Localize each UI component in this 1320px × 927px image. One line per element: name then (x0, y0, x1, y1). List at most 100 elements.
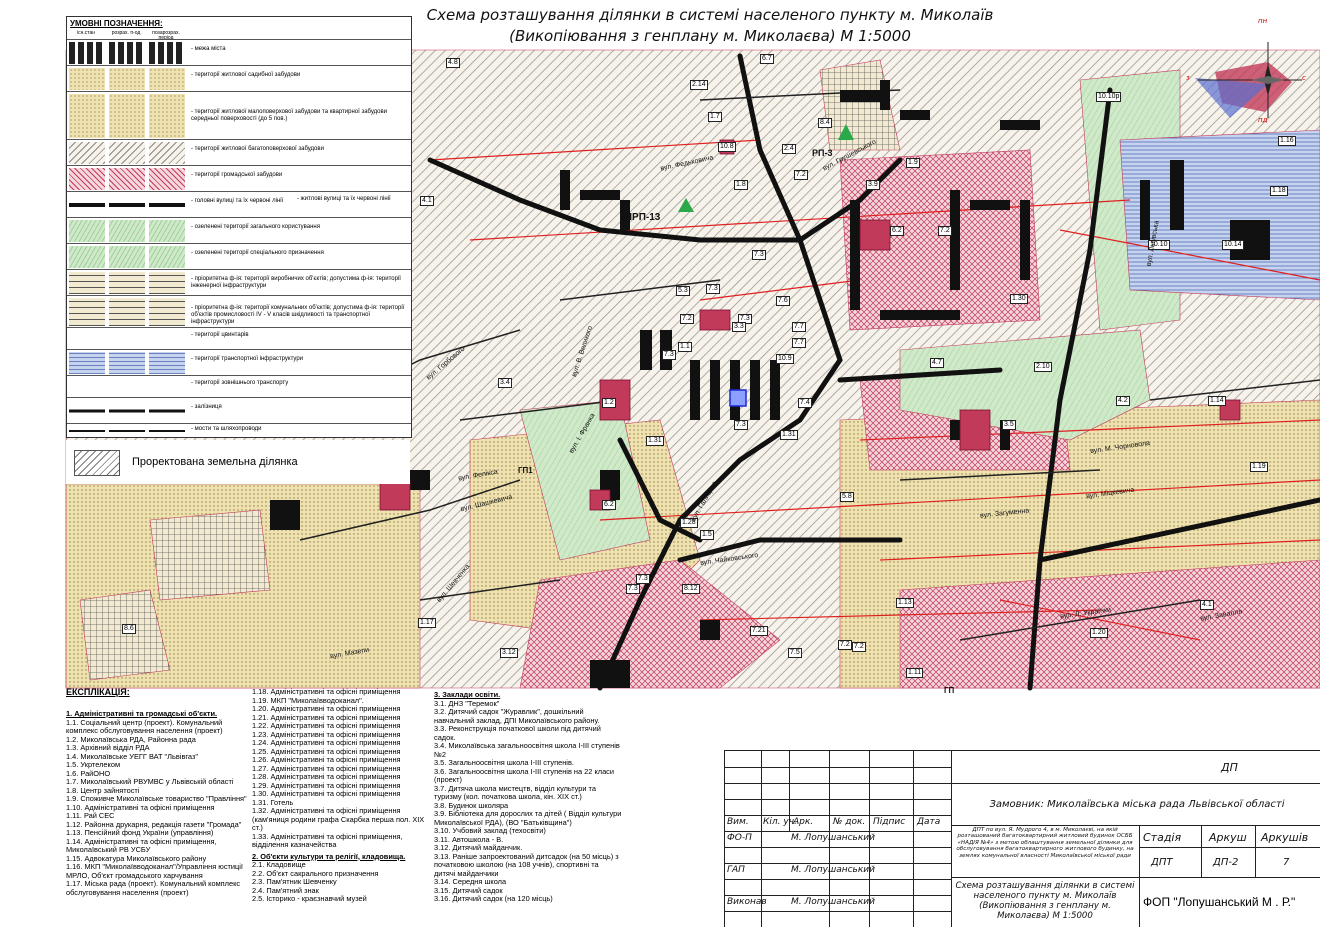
projected-plot-label: Проректована земельна ділянка (132, 456, 298, 468)
legend-swatch (149, 168, 185, 190)
legend-swatch (69, 142, 105, 164)
public-building-3 (699, 309, 731, 331)
map-object-label: 2.14 (690, 80, 708, 90)
map-object-label: 7.2 (794, 170, 808, 180)
legend-item-label: - межа міста (191, 46, 226, 52)
map-title-line2: (Викопіювання з генплану м. Миколаєва) М… (509, 27, 911, 45)
legend-row: - озеленені території загального користу… (67, 217, 411, 244)
legend-swatch (69, 246, 105, 268)
building-18 (880, 310, 960, 320)
map-object-label: 10.8 (718, 142, 736, 152)
building-7 (1170, 160, 1184, 230)
legend-swatch (69, 378, 105, 396)
building-16 (950, 190, 960, 290)
map-object-label: 7.2 (680, 314, 694, 324)
map-object-label: 2.10 (1034, 362, 1052, 372)
legend-item-label: - озеленені території спеціального призн… (191, 250, 324, 256)
map-object-label: 3.3 (732, 322, 746, 332)
legend-col-calc: розрах. п-од (111, 30, 141, 36)
map-object-label: 1.13 (896, 598, 914, 608)
map-object-label: 6.2 (602, 500, 616, 510)
zone-label: ГП (944, 686, 955, 695)
explication-item: 3.9. Бібліотека для дорослих та дітей ( … (434, 809, 622, 827)
stamp-company: ФОП "Лопушанський М . Р." (1143, 895, 1296, 909)
legend-swatch (109, 272, 145, 294)
legend-swatch (149, 246, 185, 268)
explication-heading: ЕКСПЛІКАЦІЯ: (66, 687, 130, 697)
legend-item-label: - території транспортної інфраструктури (191, 356, 304, 362)
legend-swatch (109, 330, 145, 348)
building-13 (750, 360, 760, 420)
legend-row: - мости та шляхопроводи (67, 423, 411, 438)
legend-swatch (109, 378, 145, 396)
explication-item: 1.16. МКП "Миколаївводоканал"/Управління… (66, 862, 243, 880)
explication-item: 2.5. Історико - краєзнавчий музей (252, 894, 367, 903)
building-28 (700, 620, 720, 640)
legend-swatch (149, 272, 185, 294)
map-object-label: 10.9 (776, 354, 794, 364)
legend-swatch (69, 168, 105, 190)
stamp-name-3: М. Лопушанський (791, 897, 875, 907)
legend-swatch (69, 352, 105, 374)
legend-item-label: - території громадської забудови (191, 172, 283, 178)
map-object-label: 1.17 (418, 618, 436, 628)
projected-plot-swatch (74, 450, 120, 476)
legend-swatch (109, 68, 145, 90)
map-object-label: 4.1 (1200, 600, 1214, 610)
stamp-role-1: ФО-П (727, 833, 752, 843)
explication-item: 1.14. Адміністративні та офісні приміщен… (66, 836, 217, 854)
stamp-header-doc: № док. (833, 817, 866, 827)
stamp-project-description: ДПТ по вул. Я. Мудрого 4, в м. Миколаєві… (956, 827, 1134, 859)
stamp-drawing-title: Схема розташування ділянки в системі нас… (955, 881, 1135, 921)
map-object-label: 7.2 (852, 642, 866, 652)
building-3 (840, 90, 880, 102)
legend-row: - пріоритетна ф-ія: території комунальни… (67, 295, 411, 328)
map-object-label: 2.4 (782, 144, 796, 154)
stamp-sheets: 7 (1283, 857, 1290, 868)
stamp-customer: Замовник: Миколаївська міська рада Львів… (989, 799, 1285, 810)
building-25 (270, 500, 300, 530)
map-object-label: 1.14 (1208, 396, 1226, 406)
map-object-label: 1.30 (1010, 294, 1028, 304)
legend-swatch (109, 94, 145, 138)
legend-swatch (109, 352, 145, 374)
building-20 (640, 330, 652, 370)
public-building-0 (859, 219, 891, 251)
stamp-sheets-label: Аркушів (1261, 831, 1309, 844)
map-object-label: 7.6 (776, 296, 790, 306)
legend-row: - території житлової малоповерхової забу… (67, 91, 411, 140)
explication-item: 3.2. Дитячий садок "Журавлик", дошкільни… (434, 707, 600, 725)
projected-plot-marker (729, 389, 747, 407)
map-object-label: 1.8 (734, 180, 748, 190)
map-object-label: 1.9 (906, 158, 920, 168)
stamp-header-date: Дата (917, 817, 941, 827)
legend-heading: УМОВНІ ПОЗНАЧЕННЯ: (70, 19, 163, 28)
stamp-sheet-label: Аркуш (1209, 831, 1247, 844)
stamp-header-kil: Кіл. уч. (763, 817, 797, 827)
map-object-label: 10.10р (1096, 92, 1122, 102)
legend-swatch (149, 352, 185, 374)
legend-swatch (109, 400, 145, 422)
explication-item: 1.1. Соціальний центр (проект). Комуналь… (66, 717, 223, 735)
title-block: ДП Замовник: Миколаївська міська рада Ль… (724, 750, 1320, 927)
map-object-label: 10.14 (1222, 240, 1244, 250)
legend-swatch (109, 142, 145, 164)
stamp-name-2: М. Лопушанський (791, 865, 875, 875)
map-object-label: 4.8 (446, 58, 460, 68)
compass-east: с (1302, 74, 1306, 82)
map-object-label: 3.9 (866, 180, 880, 190)
building-2 (560, 170, 570, 210)
building-15 (850, 200, 860, 310)
building-5 (900, 110, 930, 120)
legend-item-label: - мости та шляхопроводи (191, 426, 262, 432)
legend-item-label: - житлові вулиці та їх червоні лінії (297, 196, 391, 202)
stamp-stage-label: Стадія (1143, 831, 1182, 844)
map-object-label: 1.18 (1270, 186, 1288, 196)
map-object-label: 7.2 (938, 226, 952, 236)
legend-row: - території житлової багатоповерхової за… (67, 139, 411, 166)
map-object-label: 7.3 (636, 574, 650, 584)
map-object-label: 1.11 (906, 668, 924, 678)
legend-swatch (109, 194, 145, 216)
public-building-7 (379, 479, 411, 511)
legend-item-label: - території житлової малоповерхової забу… (191, 109, 388, 122)
